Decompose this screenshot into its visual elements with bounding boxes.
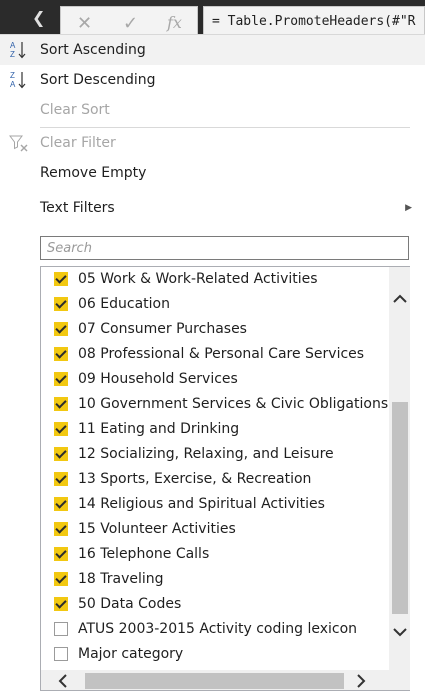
filter-value-row[interactable]: 06 Education <box>41 292 389 317</box>
filter-value-row[interactable]: 10 Government Services & Civic Obligatio… <box>41 392 389 417</box>
check-icon[interactable]: ✓ <box>123 13 138 34</box>
text-filters-label: Text Filters <box>40 200 115 216</box>
filter-value-row[interactable]: 09 Household Services <box>41 367 389 392</box>
filter-value-row[interactable]: 12 Socializing, Relaxing, and Leisure <box>41 442 389 467</box>
scroll-down-icon[interactable] <box>389 621 410 643</box>
filter-value-label: 16 Telephone Calls <box>78 546 210 562</box>
clear-sort-item[interactable]: Clear Sort <box>0 95 425 125</box>
filter-values-list: 05 Work & Work-Related Activities 06 Educ… <box>40 266 410 691</box>
vertical-scroll-thumb[interactable] <box>392 402 408 614</box>
filter-value-label: 05 Work & Work-Related Activities <box>78 271 318 287</box>
scroll-left-icon[interactable] <box>55 672 73 690</box>
checkbox[interactable] <box>54 622 68 636</box>
filter-value-row[interactable]: 15 Volunteer Activities <box>41 517 389 542</box>
filter-value-label: 50 Data Codes <box>78 596 182 612</box>
filter-value-row[interactable]: 50 Data Codes <box>41 592 389 617</box>
horizontal-scrollbar[interactable] <box>41 670 410 690</box>
filter-value-label: 15 Volunteer Activities <box>78 521 236 537</box>
scroll-right-icon[interactable] <box>351 672 369 690</box>
formula-text[interactable]: = Table.PromoteHeaders(#"R <box>203 6 425 36</box>
filter-value-row[interactable]: ATUS 2003-2015 Activity coding lexicon <box>41 617 389 642</box>
text-filters-item[interactable]: Text Filters ▶ <box>0 193 425 223</box>
filter-value-label: ATUS 2003-2015 Activity coding lexicon <box>78 621 358 637</box>
sort-descending-item[interactable]: Z A Sort Descending <box>0 65 425 95</box>
checkbox[interactable] <box>54 597 68 611</box>
checkbox[interactable] <box>54 647 68 661</box>
filter-value-label: 12 Socializing, Relaxing, and Leisure <box>78 446 334 462</box>
expand-chevron-icon[interactable]: ❮ <box>32 8 45 27</box>
formula-bar: ❮ ✕ ✓ fx = Table.PromoteHeaders(#"R <box>0 0 425 38</box>
filter-value-row[interactable]: 13 Sports, Exercise, & Recreation <box>41 467 389 492</box>
checkbox[interactable] <box>54 547 68 561</box>
svg-text:Z: Z <box>10 71 15 80</box>
filter-value-row[interactable]: 16 Telephone Calls <box>41 542 389 567</box>
sort-ascending-label: Sort Ascending <box>40 42 146 58</box>
filter-dropdown-menu: A Z Sort Ascending Z A Sort Descending C… <box>0 34 425 694</box>
clear-sort-label: Clear Sort <box>40 102 110 118</box>
horizontal-scroll-thumb[interactable] <box>85 673 344 689</box>
checkbox[interactable] <box>54 497 68 511</box>
filter-value-row[interactable]: 05 Work & Work-Related Activities <box>41 267 389 292</box>
filter-value-row[interactable]: Major category <box>41 642 389 667</box>
fx-label[interactable]: fx <box>167 13 182 32</box>
clear-filter-icon <box>9 135 28 152</box>
scroll-up-icon[interactable] <box>389 288 410 310</box>
checkbox[interactable] <box>54 572 68 586</box>
filter-value-label: Major category <box>78 646 184 662</box>
close-icon[interactable]: ✕ <box>77 13 92 34</box>
sort-ascending-icon: A Z <box>10 41 26 59</box>
filter-value-row[interactable]: 18 Traveling <box>41 567 389 592</box>
svg-text:A: A <box>10 41 16 50</box>
filter-value-label: 14 Religious and Spiritual Activities <box>78 496 325 512</box>
svg-text:Z: Z <box>10 50 15 59</box>
svg-text:A: A <box>10 80 16 89</box>
vertical-scrollbar[interactable] <box>389 267 410 670</box>
checkbox[interactable] <box>54 397 68 411</box>
search-box <box>40 236 409 260</box>
filter-value-row[interactable]: 07 Consumer Purchases <box>41 317 389 342</box>
filter-value-label: 07 Consumer Purchases <box>78 321 247 337</box>
checkbox[interactable] <box>54 422 68 436</box>
filter-value-label: 11 Eating and Drinking <box>78 421 240 437</box>
sort-descending-icon: Z A <box>10 71 26 89</box>
remove-empty-label: Remove Empty <box>40 165 147 181</box>
remove-empty-item[interactable]: Remove Empty <box>0 158 425 188</box>
sort-ascending-item[interactable]: A Z Sort Ascending <box>0 35 425 65</box>
checkbox[interactable] <box>54 372 68 386</box>
checkbox[interactable] <box>54 347 68 361</box>
clear-filter-label: Clear Filter <box>40 135 116 151</box>
checkbox[interactable] <box>54 322 68 336</box>
filter-value-row[interactable]: 11 Eating and Drinking <box>41 417 389 442</box>
clear-filter-item[interactable]: Clear Filter <box>0 128 425 158</box>
filter-value-row[interactable]: 08 Professional & Personal Care Services <box>41 342 389 367</box>
checkbox[interactable] <box>54 522 68 536</box>
filter-value-label: 09 Household Services <box>78 371 238 387</box>
filter-value-label: 13 Sports, Exercise, & Recreation <box>78 471 312 487</box>
filter-value-label: 10 Government Services & Civic Obligatio… <box>78 396 389 412</box>
submenu-arrow-icon: ▶ <box>405 203 412 213</box>
filter-value-label: 06 Education <box>78 296 170 312</box>
filter-value-row[interactable]: 14 Religious and Spiritual Activities <box>41 492 389 517</box>
filter-value-label: 18 Traveling <box>78 571 164 587</box>
sort-descending-label: Sort Descending <box>40 72 156 88</box>
search-input[interactable] <box>41 237 408 260</box>
filter-value-label: 08 Professional & Personal Care Services <box>78 346 365 362</box>
checkbox[interactable] <box>54 472 68 486</box>
checkbox[interactable] <box>54 447 68 461</box>
checkbox[interactable] <box>54 272 68 286</box>
checkbox[interactable] <box>54 297 68 311</box>
